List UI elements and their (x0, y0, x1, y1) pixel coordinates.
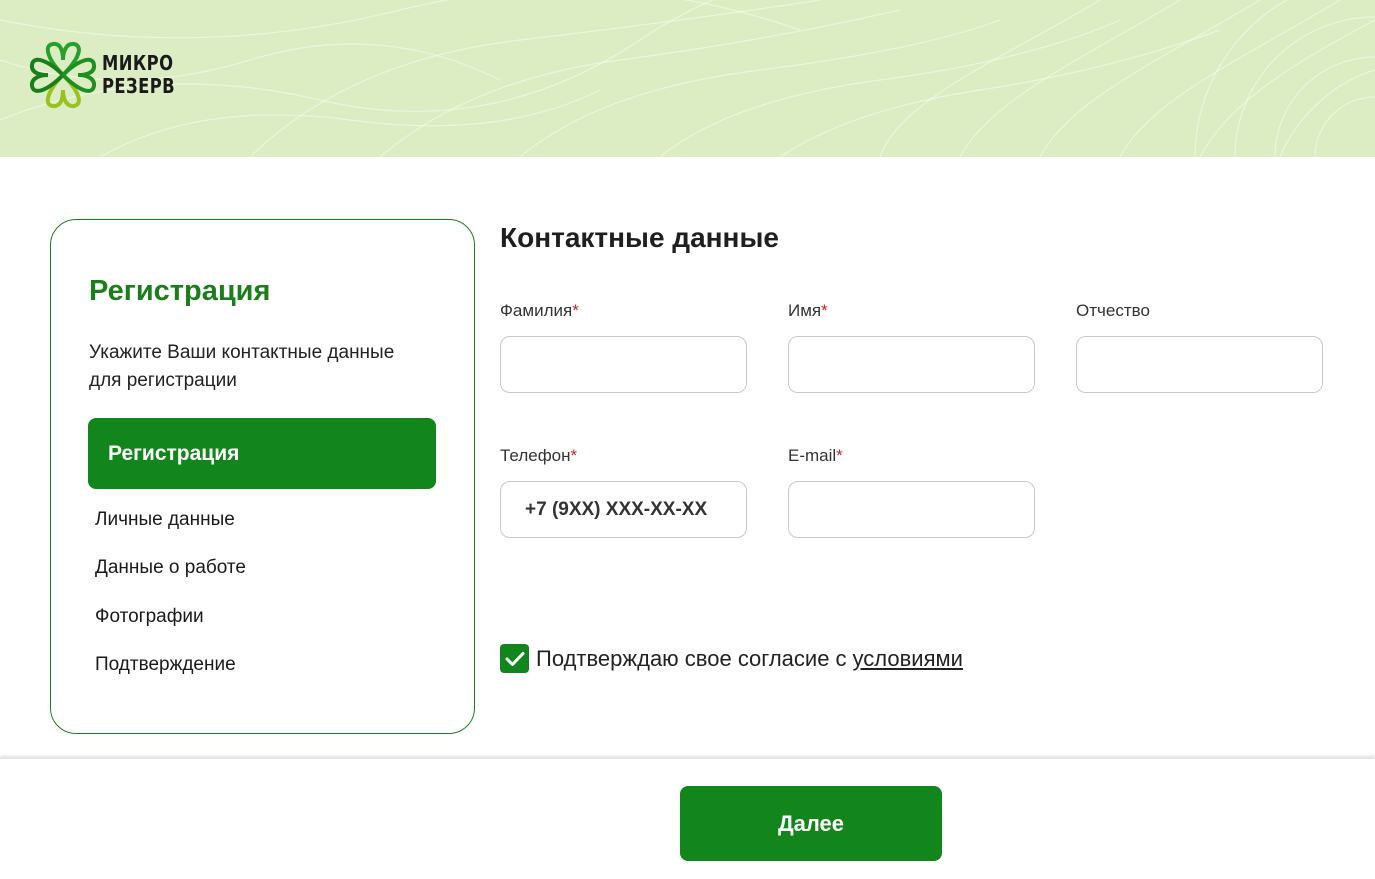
consent-row: Подтверждаю свое согласие с условиями (500, 644, 963, 673)
required-mark: * (821, 301, 828, 320)
last-name-label-text: Фамилия (500, 301, 573, 320)
sidebar-title: Регистрация (89, 275, 271, 307)
first-name-input[interactable] (788, 336, 1035, 393)
terms-link[interactable]: условиями (853, 646, 963, 672)
required-mark: * (570, 446, 578, 465)
middle-name-label-text: Отчество (1076, 301, 1150, 320)
next-button[interactable]: Далее (680, 786, 942, 861)
step-confirmation[interactable]: Подтверждение (95, 654, 236, 676)
registration-steps-card: Регистрация Укажите Ваши контактные данн… (50, 219, 475, 734)
step-photos[interactable]: Фотографии (95, 606, 204, 628)
header-banner: МИКРО РЕЗЕРВ (0, 0, 1375, 157)
email-label: E-mail* (788, 446, 843, 466)
email-input[interactable] (788, 481, 1035, 538)
required-mark: * (836, 446, 843, 465)
checkmark-icon (505, 651, 524, 666)
logo-line1: МИКРО (102, 51, 174, 75)
email-label-text: E-mail (788, 446, 837, 465)
step-work-data[interactable]: Данные о работе (95, 557, 246, 579)
sidebar-description: Укажите Ваши контактные данные для регис… (89, 342, 395, 391)
form-title: Контактные данные (500, 222, 779, 253)
logo-line2: РЕЗЕРВ (102, 74, 176, 98)
middle-name-input[interactable] (1076, 336, 1323, 393)
step-personal-data[interactable]: Личные данные (95, 509, 235, 531)
phone-input[interactable] (500, 481, 747, 538)
first-name-label: Имя* (788, 301, 828, 321)
first-name-label-text: Имя (788, 301, 822, 320)
consent-checkbox[interactable] (500, 644, 529, 673)
logo-text: МИКРО РЕЗЕРВ (102, 52, 175, 98)
phone-label-text: Телефон (500, 446, 571, 465)
middle-name-label: Отчество (1076, 301, 1150, 321)
last-name-label: Фамилия* (500, 301, 579, 321)
phone-label: Телефон* (500, 446, 577, 466)
footer-bar: Далее (0, 758, 1375, 879)
clover-logo-icon (29, 41, 97, 109)
step-registration-active[interactable]: Регистрация (88, 418, 436, 489)
required-mark: * (572, 301, 579, 320)
last-name-input[interactable] (500, 336, 747, 393)
logo[interactable]: МИКРО РЕЗЕРВ (28, 40, 191, 110)
consent-text: Подтверждаю свое согласие с (536, 645, 847, 671)
decorative-wave-pattern (0, 0, 1375, 157)
